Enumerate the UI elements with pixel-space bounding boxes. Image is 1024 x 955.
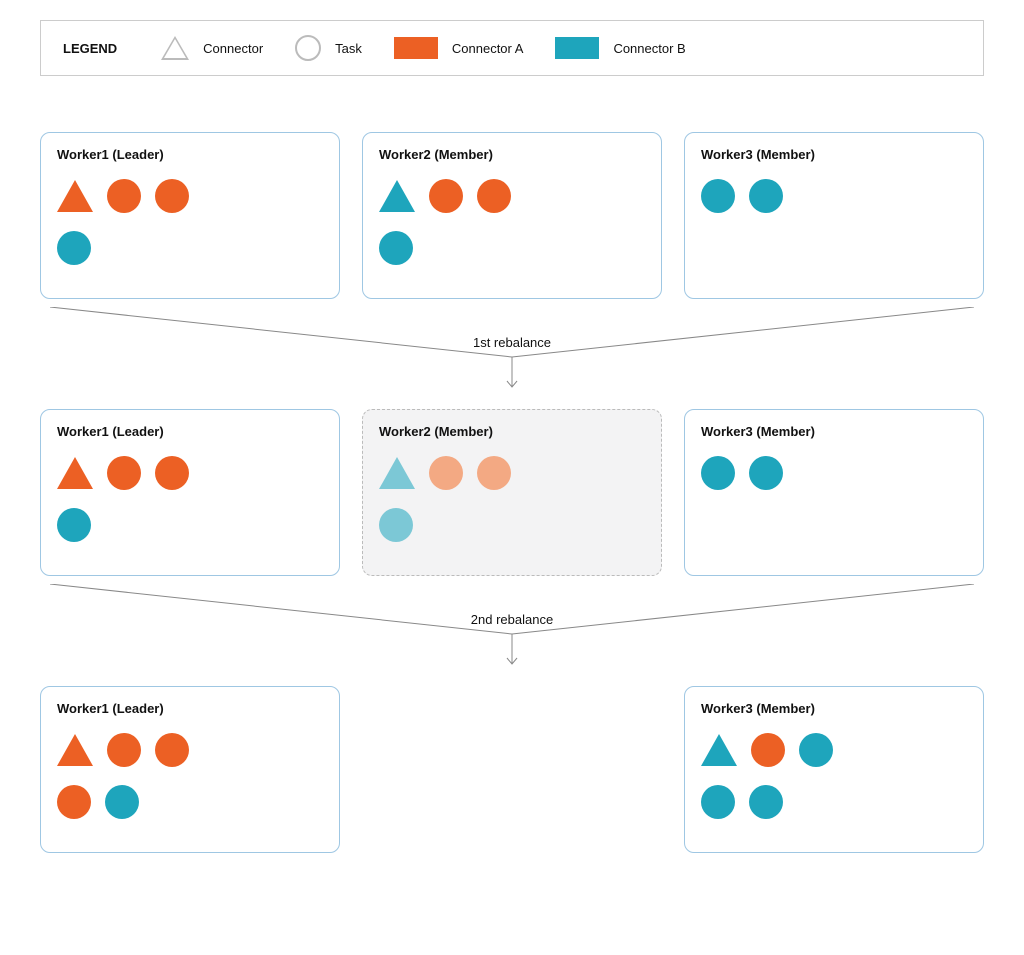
shapes-row	[701, 782, 967, 822]
orange-circle-icon	[107, 179, 141, 213]
connector-lines-icon	[40, 307, 984, 397]
shapes-row	[57, 176, 323, 216]
shapes-row	[379, 176, 645, 216]
legend-item-connector-b: Connector B	[555, 37, 685, 59]
worker-title: Worker1 (Leader)	[57, 147, 323, 162]
legend-item-connector: Connector	[161, 36, 263, 60]
orange-circle-icon	[107, 456, 141, 490]
teal-circle-icon	[701, 785, 735, 819]
shapes-row	[57, 782, 323, 822]
shapes-row	[701, 730, 967, 770]
stage-row: Worker1 (Leader) Worker3 (Member)	[40, 686, 984, 853]
teal-circle-icon	[57, 231, 91, 265]
worker-box: Worker3 (Member)	[684, 409, 984, 576]
legend-task-label: Task	[335, 41, 362, 56]
worker-box: Worker3 (Member)	[684, 132, 984, 299]
stage-row: Worker1 (Leader) Worker2 (Member) Worker3 …	[40, 132, 984, 299]
orange-circle-icon	[107, 733, 141, 767]
teal-circle-icon	[749, 456, 783, 490]
connector-label: 1st rebalance	[467, 335, 557, 350]
swatch-teal-icon	[555, 37, 599, 59]
stage-connector: 1st rebalance	[40, 307, 984, 397]
orange-circle-icon	[429, 456, 463, 490]
legend-item-task: Task	[295, 35, 362, 61]
legend-connector-label: Connector	[203, 41, 263, 56]
orange-circle-icon	[155, 733, 189, 767]
teal-circle-icon	[701, 456, 735, 490]
orange-circle-icon	[155, 179, 189, 213]
teal-circle-icon	[749, 179, 783, 213]
orange-circle-icon	[429, 179, 463, 213]
legend-title: LEGEND	[63, 41, 117, 56]
stage-row: Worker1 (Leader) Worker2 (Member) Worker3 …	[40, 409, 984, 576]
swatch-orange-icon	[394, 37, 438, 59]
worker-title: Worker3 (Member)	[701, 701, 967, 716]
stages-container: Worker1 (Leader) Worker2 (Member) Worker3 …	[40, 132, 984, 853]
teal-circle-icon	[379, 508, 413, 542]
shapes-row	[701, 453, 967, 493]
worker-box: Worker2 (Member)	[362, 409, 662, 576]
teal-triangle-icon	[379, 457, 415, 489]
teal-triangle-icon	[379, 180, 415, 212]
legend-connector-b-label: Connector B	[613, 41, 685, 56]
worker-box: Worker3 (Member)	[684, 686, 984, 853]
teal-circle-icon	[749, 785, 783, 819]
shapes-row	[57, 730, 323, 770]
shapes-row	[379, 505, 645, 545]
orange-triangle-icon	[57, 734, 93, 766]
orange-triangle-icon	[57, 180, 93, 212]
triangle-outline-icon	[161, 36, 189, 60]
teal-triangle-icon	[701, 734, 737, 766]
teal-circle-icon	[105, 785, 139, 819]
worker-box: Worker1 (Leader)	[40, 132, 340, 299]
circle-outline-icon	[295, 35, 321, 61]
teal-circle-icon	[57, 508, 91, 542]
shapes-row	[57, 228, 323, 268]
worker-box: Worker1 (Leader)	[40, 686, 340, 853]
orange-circle-icon	[477, 456, 511, 490]
worker-title: Worker1 (Leader)	[57, 701, 323, 716]
teal-circle-icon	[701, 179, 735, 213]
worker-title: Worker3 (Member)	[701, 147, 967, 162]
legend-box: LEGEND Connector Task Connector A Connec…	[40, 20, 984, 76]
stage-connector: 2nd rebalance	[40, 584, 984, 674]
worker-title: Worker2 (Member)	[379, 424, 645, 439]
worker-box: Worker1 (Leader)	[40, 409, 340, 576]
orange-circle-icon	[57, 785, 91, 819]
empty-slot	[362, 686, 662, 853]
teal-circle-icon	[799, 733, 833, 767]
shapes-row	[379, 453, 645, 493]
legend-item-connector-a: Connector A	[394, 37, 524, 59]
orange-triangle-icon	[57, 457, 93, 489]
connector-lines-icon	[40, 584, 984, 674]
teal-circle-icon	[379, 231, 413, 265]
orange-circle-icon	[477, 179, 511, 213]
orange-circle-icon	[751, 733, 785, 767]
shapes-row	[57, 505, 323, 545]
worker-title: Worker2 (Member)	[379, 147, 645, 162]
worker-box: Worker2 (Member)	[362, 132, 662, 299]
connector-label: 2nd rebalance	[465, 612, 559, 627]
shapes-row	[379, 228, 645, 268]
orange-circle-icon	[155, 456, 189, 490]
worker-title: Worker3 (Member)	[701, 424, 967, 439]
shapes-row	[701, 176, 967, 216]
legend-connector-a-label: Connector A	[452, 41, 524, 56]
worker-title: Worker1 (Leader)	[57, 424, 323, 439]
shapes-row	[57, 453, 323, 493]
